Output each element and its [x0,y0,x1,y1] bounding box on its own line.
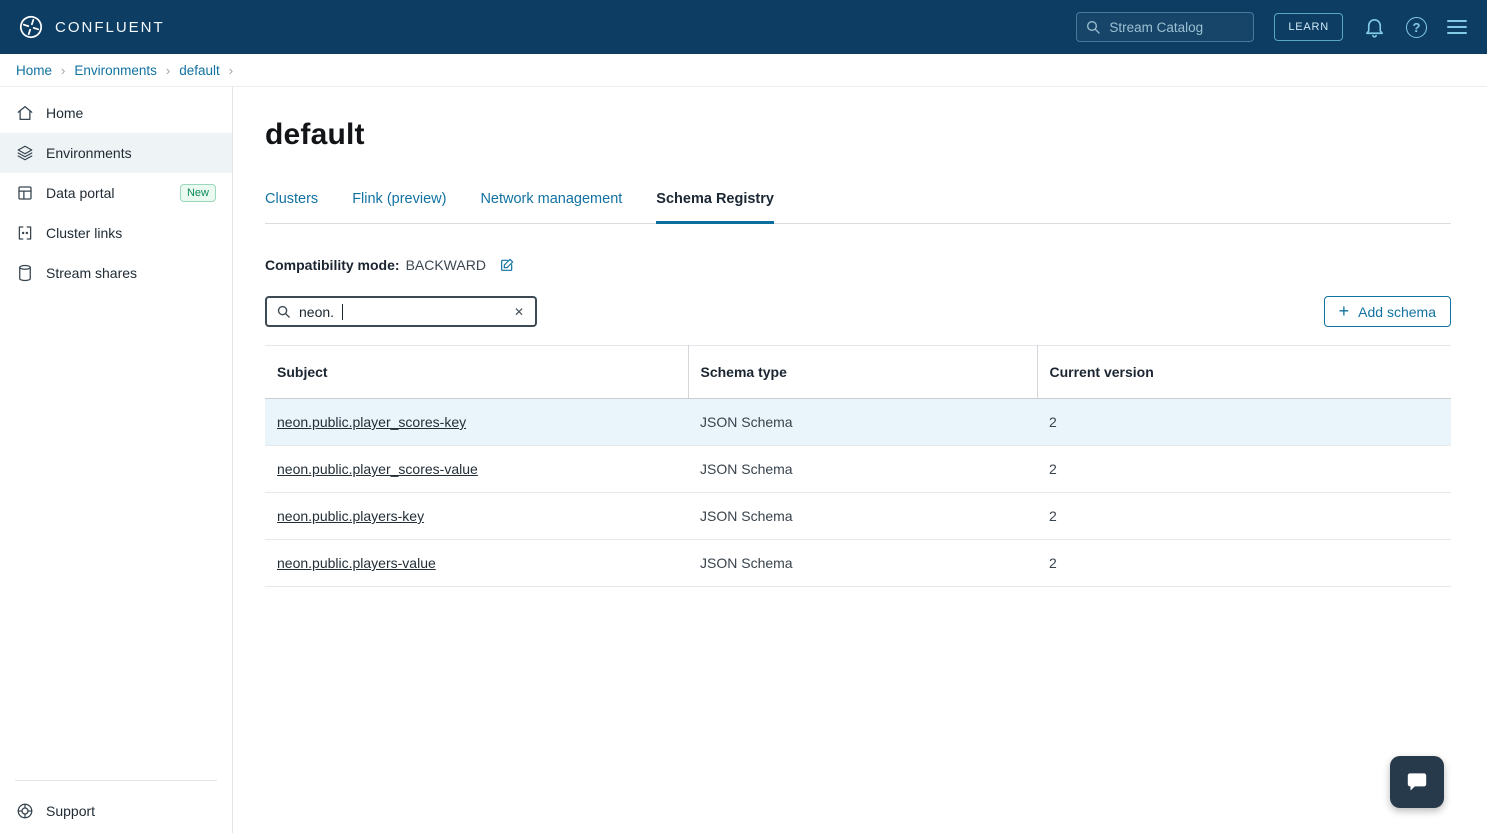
sidebar-item-environments[interactable]: Environments [0,133,232,173]
version-cell: 2 [1037,493,1451,540]
schema-search-input[interactable]: neon. ✕ [265,296,537,327]
help-icon: ? [1406,17,1427,38]
tab-bar: Clusters Flink (preview) Network managem… [265,191,1451,224]
subject-link[interactable]: neon.public.players-key [277,508,424,524]
subject-link[interactable]: neon.public.players-value [277,555,436,571]
breadcrumb: Home › Environments › default › [0,54,1487,87]
search-icon [276,304,291,319]
brand-name: CONFLUENT [55,19,165,36]
tab-schema-registry[interactable]: Schema Registry [656,191,774,224]
confluent-logo-icon [18,14,44,40]
sidebar-divider [15,780,217,781]
version-cell: 2 [1037,540,1451,587]
add-schema-label: Add schema [1358,304,1436,320]
page-title: default [265,118,1451,152]
table-row: neon.public.players-value JSON Schema 2 [265,540,1451,587]
plus-icon: + [1339,302,1350,320]
schema-type-cell: JSON Schema [688,399,1037,446]
breadcrumb-separator: › [61,63,65,78]
sidebar-item-label: Home [46,105,83,121]
table-row: neon.public.player_scores-value JSON Sch… [265,446,1451,493]
sidebar-item-support[interactable]: Support [0,789,232,833]
table-row: neon.public.players-key JSON Schema 2 [265,493,1451,540]
data-portal-icon [16,184,34,202]
schema-type-cell: JSON Schema [688,493,1037,540]
breadcrumb-separator: › [229,63,233,78]
confluent-logo[interactable]: CONFLUENT [18,14,165,40]
subject-link[interactable]: neon.public.player_scores-key [277,414,466,430]
breadcrumb-environments[interactable]: Environments [74,63,157,78]
stream-catalog-input[interactable] [1076,12,1254,42]
bell-icon [1363,16,1386,39]
compatibility-mode-row: Compatibility mode: BACKWARD [265,257,1451,273]
edit-icon [499,257,515,273]
topbar: CONFLUENT LEARN ? [0,0,1487,54]
tab-clusters[interactable]: Clusters [265,191,318,224]
version-cell: 2 [1037,446,1451,493]
tab-network-management[interactable]: Network management [480,191,622,224]
chat-widget-button[interactable] [1390,756,1444,808]
cluster-links-icon [16,224,34,242]
table-header-row: Subject Schema type Current version [265,346,1451,399]
new-badge: New [180,184,216,202]
main-content: default Clusters Flink (preview) Network… [233,87,1487,833]
sidebar-item-data-portal[interactable]: Data portal New [0,173,232,213]
column-header-schema-type: Schema type [688,346,1037,399]
breadcrumb-default[interactable]: default [179,63,220,78]
stream-shares-icon [16,264,34,282]
sidebar-item-stream-shares[interactable]: Stream shares [0,253,232,293]
column-header-subject: Subject [265,346,688,399]
breadcrumb-home[interactable]: Home [16,63,52,78]
sidebar: Home Environments Data portal New [0,87,233,833]
stream-catalog-search[interactable] [1076,12,1254,42]
schema-search-value: neon. [299,304,334,320]
schema-type-cell: JSON Schema [688,446,1037,493]
hamburger-icon [1447,20,1467,34]
sidebar-item-cluster-links[interactable]: Cluster links [0,213,232,253]
sidebar-item-label: Environments [46,145,132,161]
sidebar-item-label: Data portal [46,185,114,201]
sidebar-item-label: Cluster links [46,225,122,241]
chat-bubble-icon [1404,769,1430,795]
text-caret [342,304,343,320]
tab-flink-preview[interactable]: Flink (preview) [352,191,446,224]
sidebar-item-label: Support [46,803,95,819]
version-cell: 2 [1037,399,1451,446]
breadcrumb-separator: › [166,63,170,78]
compatibility-mode-label: Compatibility mode: [265,257,400,273]
add-schema-button[interactable]: + Add schema [1324,296,1451,327]
sidebar-item-home[interactable]: Home [0,93,232,133]
compatibility-mode-value: BACKWARD [406,257,486,273]
learn-button[interactable]: LEARN [1274,13,1343,41]
table-row: neon.public.player_scores-key JSON Schem… [265,399,1451,446]
notifications-button[interactable] [1363,16,1386,39]
search-icon [1085,19,1101,35]
menu-button[interactable] [1447,20,1467,34]
column-header-current-version: Current version [1037,346,1451,399]
schema-table: Subject Schema type Current version neon… [265,345,1451,587]
sidebar-item-label: Stream shares [46,265,137,281]
schema-type-cell: JSON Schema [688,540,1037,587]
clear-search-button[interactable]: ✕ [512,303,526,321]
environments-icon [16,144,34,162]
help-button[interactable]: ? [1406,17,1427,38]
support-icon [16,802,34,820]
home-icon [16,104,34,122]
edit-compatibility-button[interactable] [499,257,515,273]
subject-link[interactable]: neon.public.player_scores-value [277,461,478,477]
table-toolbar: neon. ✕ + Add schema [265,296,1451,327]
